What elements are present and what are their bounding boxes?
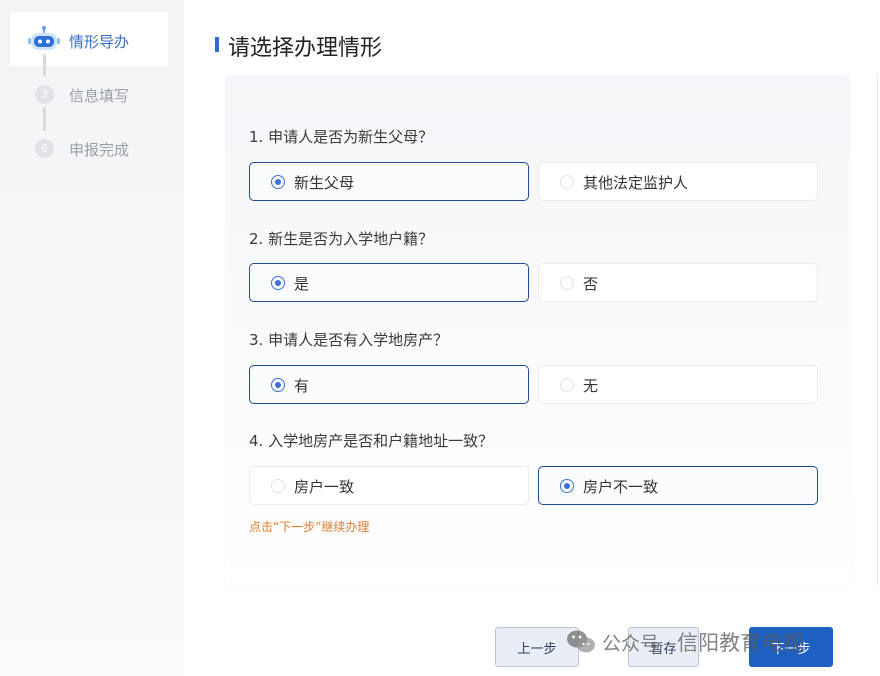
step-number-3: 3 xyxy=(35,85,54,104)
option-label: 新生父母 xyxy=(294,174,355,192)
radio-checked-icon[interactable] xyxy=(560,479,574,493)
option-address-mismatch[interactable]: 房户不一致 xyxy=(538,466,818,505)
step-connector xyxy=(43,54,46,76)
right-divider xyxy=(877,75,878,585)
option-label: 房户不一致 xyxy=(583,478,659,496)
option-label: 否 xyxy=(583,275,599,293)
option-yes-household[interactable]: 是 xyxy=(249,263,529,302)
option-no-household[interactable]: 否 xyxy=(538,263,818,302)
option-has-property[interactable]: 有 xyxy=(249,365,529,404)
option-label: 房户一致 xyxy=(294,478,355,496)
radio-unchecked-icon[interactable] xyxy=(560,175,574,189)
question-4: 4. 入学地房产是否和户籍地址一致？ xyxy=(249,432,494,450)
radio-unchecked-icon[interactable] xyxy=(560,276,574,290)
page-title: 请选择办理情形 xyxy=(228,36,383,61)
title-accent-bar xyxy=(215,37,219,52)
save-draft-button[interactable]: 暂存 xyxy=(628,627,699,667)
step-label-complete[interactable]: 申报完成 xyxy=(69,139,129,160)
question-1: 1. 申请人是否为新生父母？ xyxy=(249,128,434,146)
step-number-6: 6 xyxy=(35,139,54,158)
radio-unchecked-icon[interactable] xyxy=(560,378,574,392)
step-connector xyxy=(43,107,46,131)
option-label: 是 xyxy=(294,275,310,293)
question-2: 2. 新生是否为入学地户籍？ xyxy=(249,230,434,248)
option-address-match[interactable]: 房户一致 xyxy=(249,466,529,505)
radio-checked-icon[interactable] xyxy=(271,175,285,189)
next-step-button[interactable]: 下一步 xyxy=(749,627,833,667)
step-label-fill-info[interactable]: 信息填写 xyxy=(69,85,129,106)
option-new-parents[interactable]: 新生父母 xyxy=(249,162,529,201)
question-3: 3. 申请人是否有入学地房产？ xyxy=(249,331,449,349)
radio-checked-icon[interactable] xyxy=(271,276,285,290)
option-other-guardian[interactable]: 其他法定监护人 xyxy=(538,162,818,201)
option-label: 有 xyxy=(294,377,310,395)
sidebar: 情形导办 3 信息填写 6 申报完成 xyxy=(0,0,184,676)
robot-icon xyxy=(28,26,60,50)
continue-hint: 点击“下一步”继续办理 xyxy=(249,520,370,534)
step-label-guide[interactable]: 情形导办 xyxy=(69,31,129,52)
option-label: 其他法定监护人 xyxy=(583,174,689,192)
option-no-property[interactable]: 无 xyxy=(538,365,818,404)
radio-checked-icon[interactable] xyxy=(271,378,285,392)
option-label: 无 xyxy=(583,377,599,395)
prev-step-button[interactable]: 上一步 xyxy=(495,627,579,667)
radio-unchecked-icon[interactable] xyxy=(271,479,285,493)
